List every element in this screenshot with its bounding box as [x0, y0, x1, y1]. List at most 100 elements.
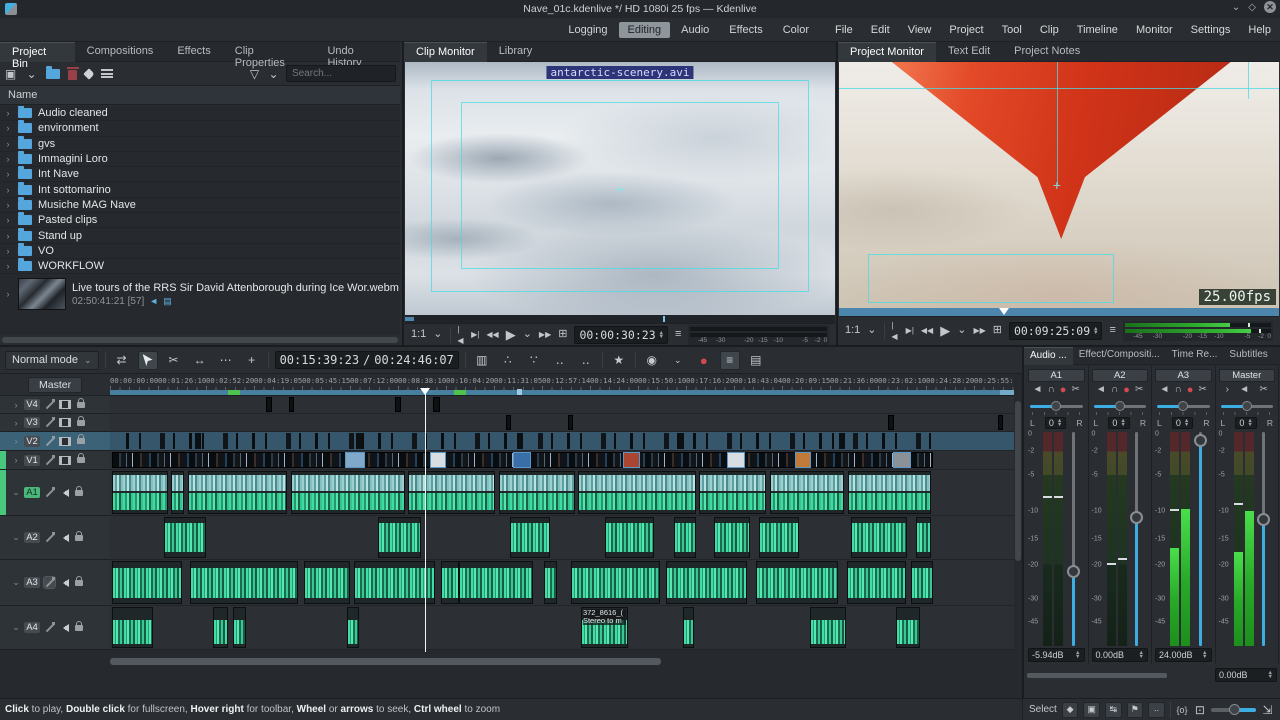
- menu-item[interactable]: Edit: [862, 21, 899, 39]
- bin-column-header[interactable]: Name: [0, 86, 400, 105]
- chevron-down-icon[interactable]: ⌄: [12, 622, 20, 633]
- timeline-clip[interactable]: [571, 561, 660, 604]
- keyframe-icon[interactable]: {o}: [1175, 703, 1188, 717]
- timeline-clip[interactable]: [605, 517, 655, 558]
- fader-handle[interactable]: [1257, 513, 1270, 527]
- record-icon[interactable]: ●: [694, 351, 714, 370]
- timeline-clip[interactable]: [543, 561, 558, 604]
- bin-clip-row[interactable]: › Live tours of the RRS Sir David Attenb…: [0, 274, 400, 315]
- timeline-clip[interactable]: [290, 471, 405, 514]
- subtitle-toggle-icon[interactable]: ▤: [746, 351, 766, 370]
- mix-clips-icon[interactable]: ⇄: [112, 351, 132, 370]
- mute-icon[interactable]: ◄: [1033, 385, 1043, 395]
- volume-fader[interactable]: [1257, 432, 1270, 646]
- timeline-clip[interactable]: [111, 607, 154, 648]
- menu-item[interactable]: Settings: [1182, 21, 1240, 39]
- mixer-tab[interactable]: Audio ...: [1024, 347, 1073, 365]
- multicam-tool-icon[interactable]: +: [242, 351, 262, 370]
- delete-icon[interactable]: [66, 66, 79, 80]
- workspace-button[interactable]: Audio: [672, 22, 718, 38]
- monitor-tab[interactable]: Project Notes: [1002, 42, 1092, 62]
- audio-split-icon[interactable]: ↹: [1104, 701, 1122, 718]
- timeline-ruler[interactable]: 00:00:00:00 00:01:26:10 00:02:52:20 00:04:1…: [110, 374, 1014, 396]
- chevron-right-icon[interactable]: ›: [4, 123, 12, 133]
- track-header-v1[interactable]: › V1: [0, 451, 110, 470]
- bin-folder-row[interactable]: › environment: [0, 120, 400, 137]
- bin-horizontal-scrollbar[interactable]: [2, 337, 398, 343]
- timeline-track-a3[interactable]: [110, 560, 1014, 606]
- track-effects-icon[interactable]: [44, 622, 55, 633]
- audio-track-icon[interactable]: [59, 578, 69, 587]
- chevron-down-icon[interactable]: ⌄: [523, 329, 532, 340]
- balance-slider[interactable]: [1220, 400, 1273, 412]
- lock-icon[interactable]: [75, 575, 83, 586]
- effects-wand-icon[interactable]: ✂: [1135, 385, 1143, 395]
- spacer-tool-icon[interactable]: ↔: [190, 351, 210, 370]
- timeline-clip[interactable]: [232, 607, 246, 648]
- selection-tool-icon[interactable]: [137, 350, 158, 370]
- snap-alt-icon[interactable]: ∵: [524, 351, 544, 370]
- lock-icon[interactable]: [77, 453, 85, 463]
- workspace-button[interactable]: Effects: [720, 22, 771, 38]
- track-effects-icon[interactable]: [44, 435, 55, 447]
- track-effects-icon[interactable]: [44, 454, 55, 466]
- volume-fader[interactable]: [1130, 432, 1143, 646]
- zone-end-icon[interactable]: ▶|: [906, 325, 914, 336]
- balance-value[interactable]: 0 ▲ ▼: [1235, 416, 1257, 429]
- record-icon[interactable]: ●: [1187, 385, 1194, 396]
- workspace-button[interactable]: Editing: [618, 21, 671, 38]
- project-monitor-seekbar[interactable]: [839, 308, 1279, 316]
- lock-icon[interactable]: [77, 434, 85, 444]
- record-icon[interactable]: ●: [1060, 385, 1067, 396]
- close-icon[interactable]: ✕: [1264, 1, 1276, 13]
- zoom-level[interactable]: 1:1: [411, 329, 426, 340]
- track-effects-icon[interactable]: [44, 417, 55, 428]
- monitor-tab[interactable]: Project Monitor: [838, 42, 936, 62]
- mute-icon[interactable]: ◄: [1096, 385, 1106, 395]
- track-header-a2[interactable]: ⌄ A2: [0, 516, 110, 560]
- timeline-clip[interactable]: [498, 471, 575, 514]
- chevron-down-icon[interactable]: ⌄: [433, 329, 442, 340]
- mute-icon[interactable]: ◄: [1160, 385, 1170, 395]
- tag-filter-icon[interactable]: ◆: [1061, 701, 1079, 718]
- timeline-clip[interactable]: [345, 452, 365, 468]
- menu-item[interactable]: Timeline: [1068, 21, 1127, 39]
- timeline-clip[interactable]: [111, 471, 168, 514]
- bin-folder-row[interactable]: › Int sottomarino: [0, 181, 400, 198]
- fade-alt-icon[interactable]: ‥: [576, 351, 596, 370]
- snap-icon[interactable]: ∴: [498, 351, 518, 370]
- play-icon[interactable]: ▶: [940, 324, 950, 337]
- minimize-icon[interactable]: ⌄: [1232, 2, 1240, 13]
- mixer-tab[interactable]: Time Re...: [1166, 347, 1224, 365]
- volume-fader[interactable]: [1193, 432, 1207, 646]
- balance-handle[interactable]: [1051, 401, 1062, 411]
- audio-track-icon[interactable]: [59, 533, 69, 542]
- monitor-tab[interactable]: Text Edit: [936, 42, 1002, 62]
- timeline-clip[interactable]: [394, 397, 402, 412]
- favorite-effects-icon[interactable]: ★: [609, 351, 629, 370]
- timeline-clip[interactable]: [377, 517, 421, 558]
- project-timecode[interactable]: 00:09:25:09 ▲ ▼: [1008, 321, 1103, 340]
- timeline-clip[interactable]: [505, 415, 512, 430]
- menu-icon[interactable]: [101, 69, 113, 78]
- track-effects-icon[interactable]: [44, 399, 55, 410]
- bin-folder-row[interactable]: › Musiche MAG Nave: [0, 196, 400, 214]
- track-effects-icon[interactable]: [43, 576, 56, 589]
- timeline-clip[interactable]: [189, 561, 299, 604]
- chevron-right-icon[interactable]: ›: [12, 455, 20, 465]
- chevron-right-icon[interactable]: ›: [4, 108, 12, 118]
- zone-end-icon[interactable]: ▶|: [471, 329, 479, 340]
- timeline-clip[interactable]: [769, 471, 845, 514]
- timeline-clip[interactable]: [430, 452, 447, 468]
- balance-spinner[interactable]: ▲ ▼: [1184, 418, 1189, 428]
- db-spinner[interactable]: ▲ ▼: [1075, 650, 1080, 660]
- effects-wand-icon[interactable]: ✂: [1259, 385, 1267, 395]
- effects-wand-icon[interactable]: ✂: [1072, 385, 1080, 395]
- bin-tab[interactable]: Effects: [165, 42, 222, 62]
- chevron-down-icon[interactable]: ⌄: [25, 67, 38, 81]
- chevron-right-icon[interactable]: ›: [4, 139, 12, 149]
- timeline-clip[interactable]: [171, 471, 185, 514]
- balance-slider[interactable]: [1157, 400, 1210, 412]
- chevron-down-icon[interactable]: ⌄: [12, 577, 20, 588]
- workspace-button[interactable]: Logging: [559, 22, 616, 38]
